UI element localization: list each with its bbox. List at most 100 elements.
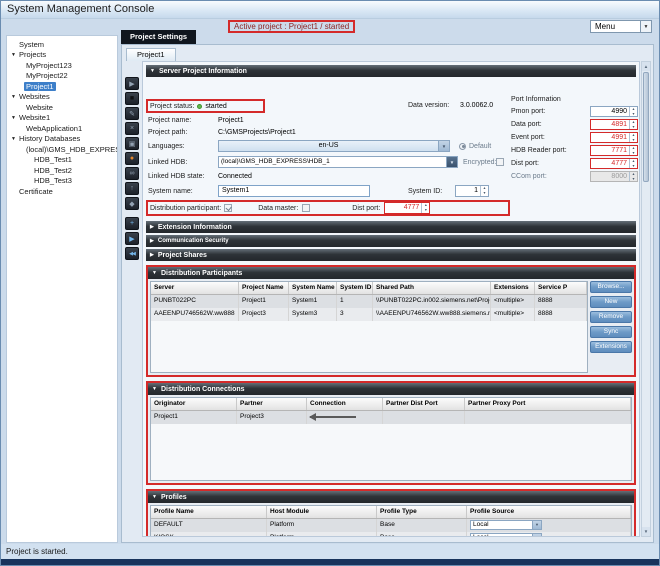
tree-item-website1[interactable]: ▼Website1 [7, 113, 117, 124]
browse-button[interactable]: Browse... [590, 281, 632, 293]
tree-expander-icon[interactable]: ▼ [10, 52, 17, 58]
tree-item-certificate[interactable]: Certificate [7, 186, 117, 197]
section-header-profiles[interactable]: ▼ Profiles [148, 491, 634, 503]
section-header-distribution-participants[interactable]: ▼ Distribution Participants [148, 267, 634, 279]
tree-item-websites[interactable]: ▼Websites [7, 92, 117, 103]
tree-item-hdb-test1[interactable]: HDB_Test1 [7, 155, 117, 166]
profile-source-dropdown[interactable]: Local▼ [470, 533, 542, 537]
tree-expander-icon[interactable]: ▼ [10, 115, 17, 121]
pmon-port-stepper[interactable]: 4990▲▼ [590, 106, 638, 117]
column-header[interactable]: Profile Type [377, 506, 467, 518]
delete-project-icon[interactable]: × [125, 122, 139, 135]
start-project-icon[interactable]: ▶ [125, 77, 139, 90]
column-header[interactable]: System ID [337, 282, 373, 294]
cell-connection [307, 411, 383, 424]
tree-item-hdb-test3[interactable]: HDB_Test3 [7, 176, 117, 187]
tree-expander-icon[interactable]: ▼ [10, 136, 17, 142]
tree-item-webapplication1[interactable]: WebApplication1 [7, 123, 117, 134]
column-header[interactable]: Profile Source [467, 506, 631, 518]
column-header[interactable]: Partner Proxy Port [465, 398, 631, 410]
column-header[interactable]: Shared Path [373, 282, 491, 294]
tree-item-hdb-test2[interactable]: HDB_Test2 [7, 165, 117, 176]
distribution-connections-annotation: ▼ Distribution Connections Originator Pa… [146, 381, 636, 485]
data-port-stepper[interactable]: 4891▲▼ [590, 119, 638, 130]
scroll-up-icon[interactable]: ▲ [642, 62, 650, 71]
history-icon[interactable]: ◆ [125, 197, 139, 210]
vertical-scrollbar[interactable]: ▲ ▼ [641, 61, 651, 537]
column-header[interactable]: Profile Name [151, 506, 267, 518]
column-header[interactable]: Originator [151, 398, 237, 410]
remove-button[interactable]: Remove [590, 311, 632, 323]
edit-project-icon[interactable]: ✎ [125, 107, 139, 120]
spinner-down-icon[interactable]: ▼ [422, 208, 429, 213]
tree-item-label: HDB_Test3 [32, 176, 74, 185]
tree-item-projects[interactable]: ▼Projects [7, 50, 117, 61]
tree-item-system[interactable]: System [7, 39, 117, 50]
linked-hdb-dropdown[interactable]: (local)\GMS_HDB_EXPRESS\HDB_1 ▼ [218, 156, 458, 168]
ccom-port-value: 8000 [591, 172, 629, 181]
tab-project1[interactable]: Project1 [126, 48, 176, 61]
spinner-down-icon[interactable]: ▼ [630, 125, 637, 130]
cell-originator: Project1 [151, 411, 237, 424]
column-header[interactable]: Project Name [239, 282, 289, 294]
tree-item-history-databases[interactable]: ▼History Databases [7, 134, 117, 145]
distribution-participant-checkbox[interactable] [224, 204, 232, 212]
tree-item-website[interactable]: Website [7, 102, 117, 113]
table-row[interactable]: Project1 Project3 [151, 411, 631, 424]
tree-item-gms-hdb-express[interactable]: (local)\GMS_HDB_EXPRESS [7, 144, 117, 155]
dist-port-stepper[interactable]: 4777 ▲▼ [384, 202, 430, 214]
new-button[interactable]: New [590, 296, 632, 308]
dist-port-info-stepper[interactable]: 4777▲▼ [590, 158, 638, 169]
spinner-down-icon[interactable]: ▼ [481, 191, 488, 196]
sync-button[interactable]: Sync [590, 326, 632, 338]
column-header[interactable]: Connection [307, 398, 383, 410]
upgrade-project-icon[interactable]: ↑ [125, 182, 139, 195]
section-header-project-shares[interactable]: ▶ Project Shares [146, 249, 636, 261]
table-row[interactable]: AAEENPU746562W.ww888 Project3 System3 3 … [151, 308, 587, 321]
tree-item-myproject22[interactable]: MyProject22 [7, 71, 117, 82]
table-row[interactable]: PUNBT022PC Project1 System1 1 \\PUNBT022… [151, 295, 587, 308]
spinner-down-icon[interactable]: ▼ [630, 138, 637, 143]
column-header[interactable]: Partner [237, 398, 307, 410]
data-master-label: Data master: [258, 205, 298, 212]
add-icon[interactable]: + [125, 217, 139, 230]
profiles-table: Profile Name Host Module Profile Type Pr… [150, 505, 632, 537]
stop-project-icon[interactable]: ■ [125, 92, 139, 105]
system-id-stepper[interactable]: 1 ▲▼ [455, 185, 489, 197]
table-row[interactable]: KIOSK Platform Base Local▼ [151, 532, 631, 537]
section-header-communication-security[interactable]: ▶ Communication Security [146, 235, 636, 247]
encrypted-checkbox[interactable] [496, 158, 504, 166]
languages-dropdown[interactable]: en-US ▼ [218, 140, 450, 152]
tab-project-settings[interactable]: Project Settings [121, 30, 196, 44]
column-header[interactable]: Host Module [267, 506, 377, 518]
collapse-icon[interactable]: ◀◀ [125, 247, 139, 260]
tree-item-myproject123[interactable]: MyProject123 [7, 60, 117, 71]
section-header-server-project-information[interactable]: ▼ Server Project Information [146, 65, 636, 77]
save-project-icon[interactable]: ▣ [125, 137, 139, 150]
link-hdb-icon[interactable]: ∞ [125, 167, 139, 180]
column-header[interactable]: Partner Dist Port [383, 398, 465, 410]
system-name-input[interactable]: System1 [218, 185, 370, 197]
restore-project-icon[interactable]: ● [125, 152, 139, 165]
spinner-down-icon[interactable]: ▼ [630, 151, 637, 156]
table-row[interactable]: DEFAULT Platform Base Local▼ [151, 519, 631, 532]
data-master-checkbox[interactable] [302, 204, 310, 212]
column-header[interactable]: Service P [535, 282, 587, 294]
tree-item-project1[interactable]: Project1 [7, 81, 117, 92]
extensions-button[interactable]: Extensions [590, 341, 632, 353]
default-language-radio[interactable] [459, 143, 466, 150]
hdb-reader-port-stepper[interactable]: 7771▲▼ [590, 145, 638, 156]
tree-expander-icon[interactable]: ▼ [10, 94, 17, 100]
profile-source-dropdown[interactable]: Local▼ [470, 520, 542, 530]
column-header[interactable]: Server [151, 282, 239, 294]
column-header[interactable]: System Name [289, 282, 337, 294]
activate-icon[interactable]: ▶ [125, 232, 139, 245]
scrollbar-thumb[interactable] [643, 72, 649, 182]
spinner-down-icon[interactable]: ▼ [630, 164, 637, 169]
event-port-stepper[interactable]: 4991▲▼ [590, 132, 638, 143]
section-header-distribution-connections[interactable]: ▼ Distribution Connections [148, 383, 634, 395]
column-header[interactable]: Extensions [491, 282, 535, 294]
section-header-extension-information[interactable]: ▶ Extension Information [146, 221, 636, 233]
scroll-down-icon[interactable]: ▼ [642, 527, 650, 536]
spinner-down-icon[interactable]: ▼ [630, 112, 637, 117]
